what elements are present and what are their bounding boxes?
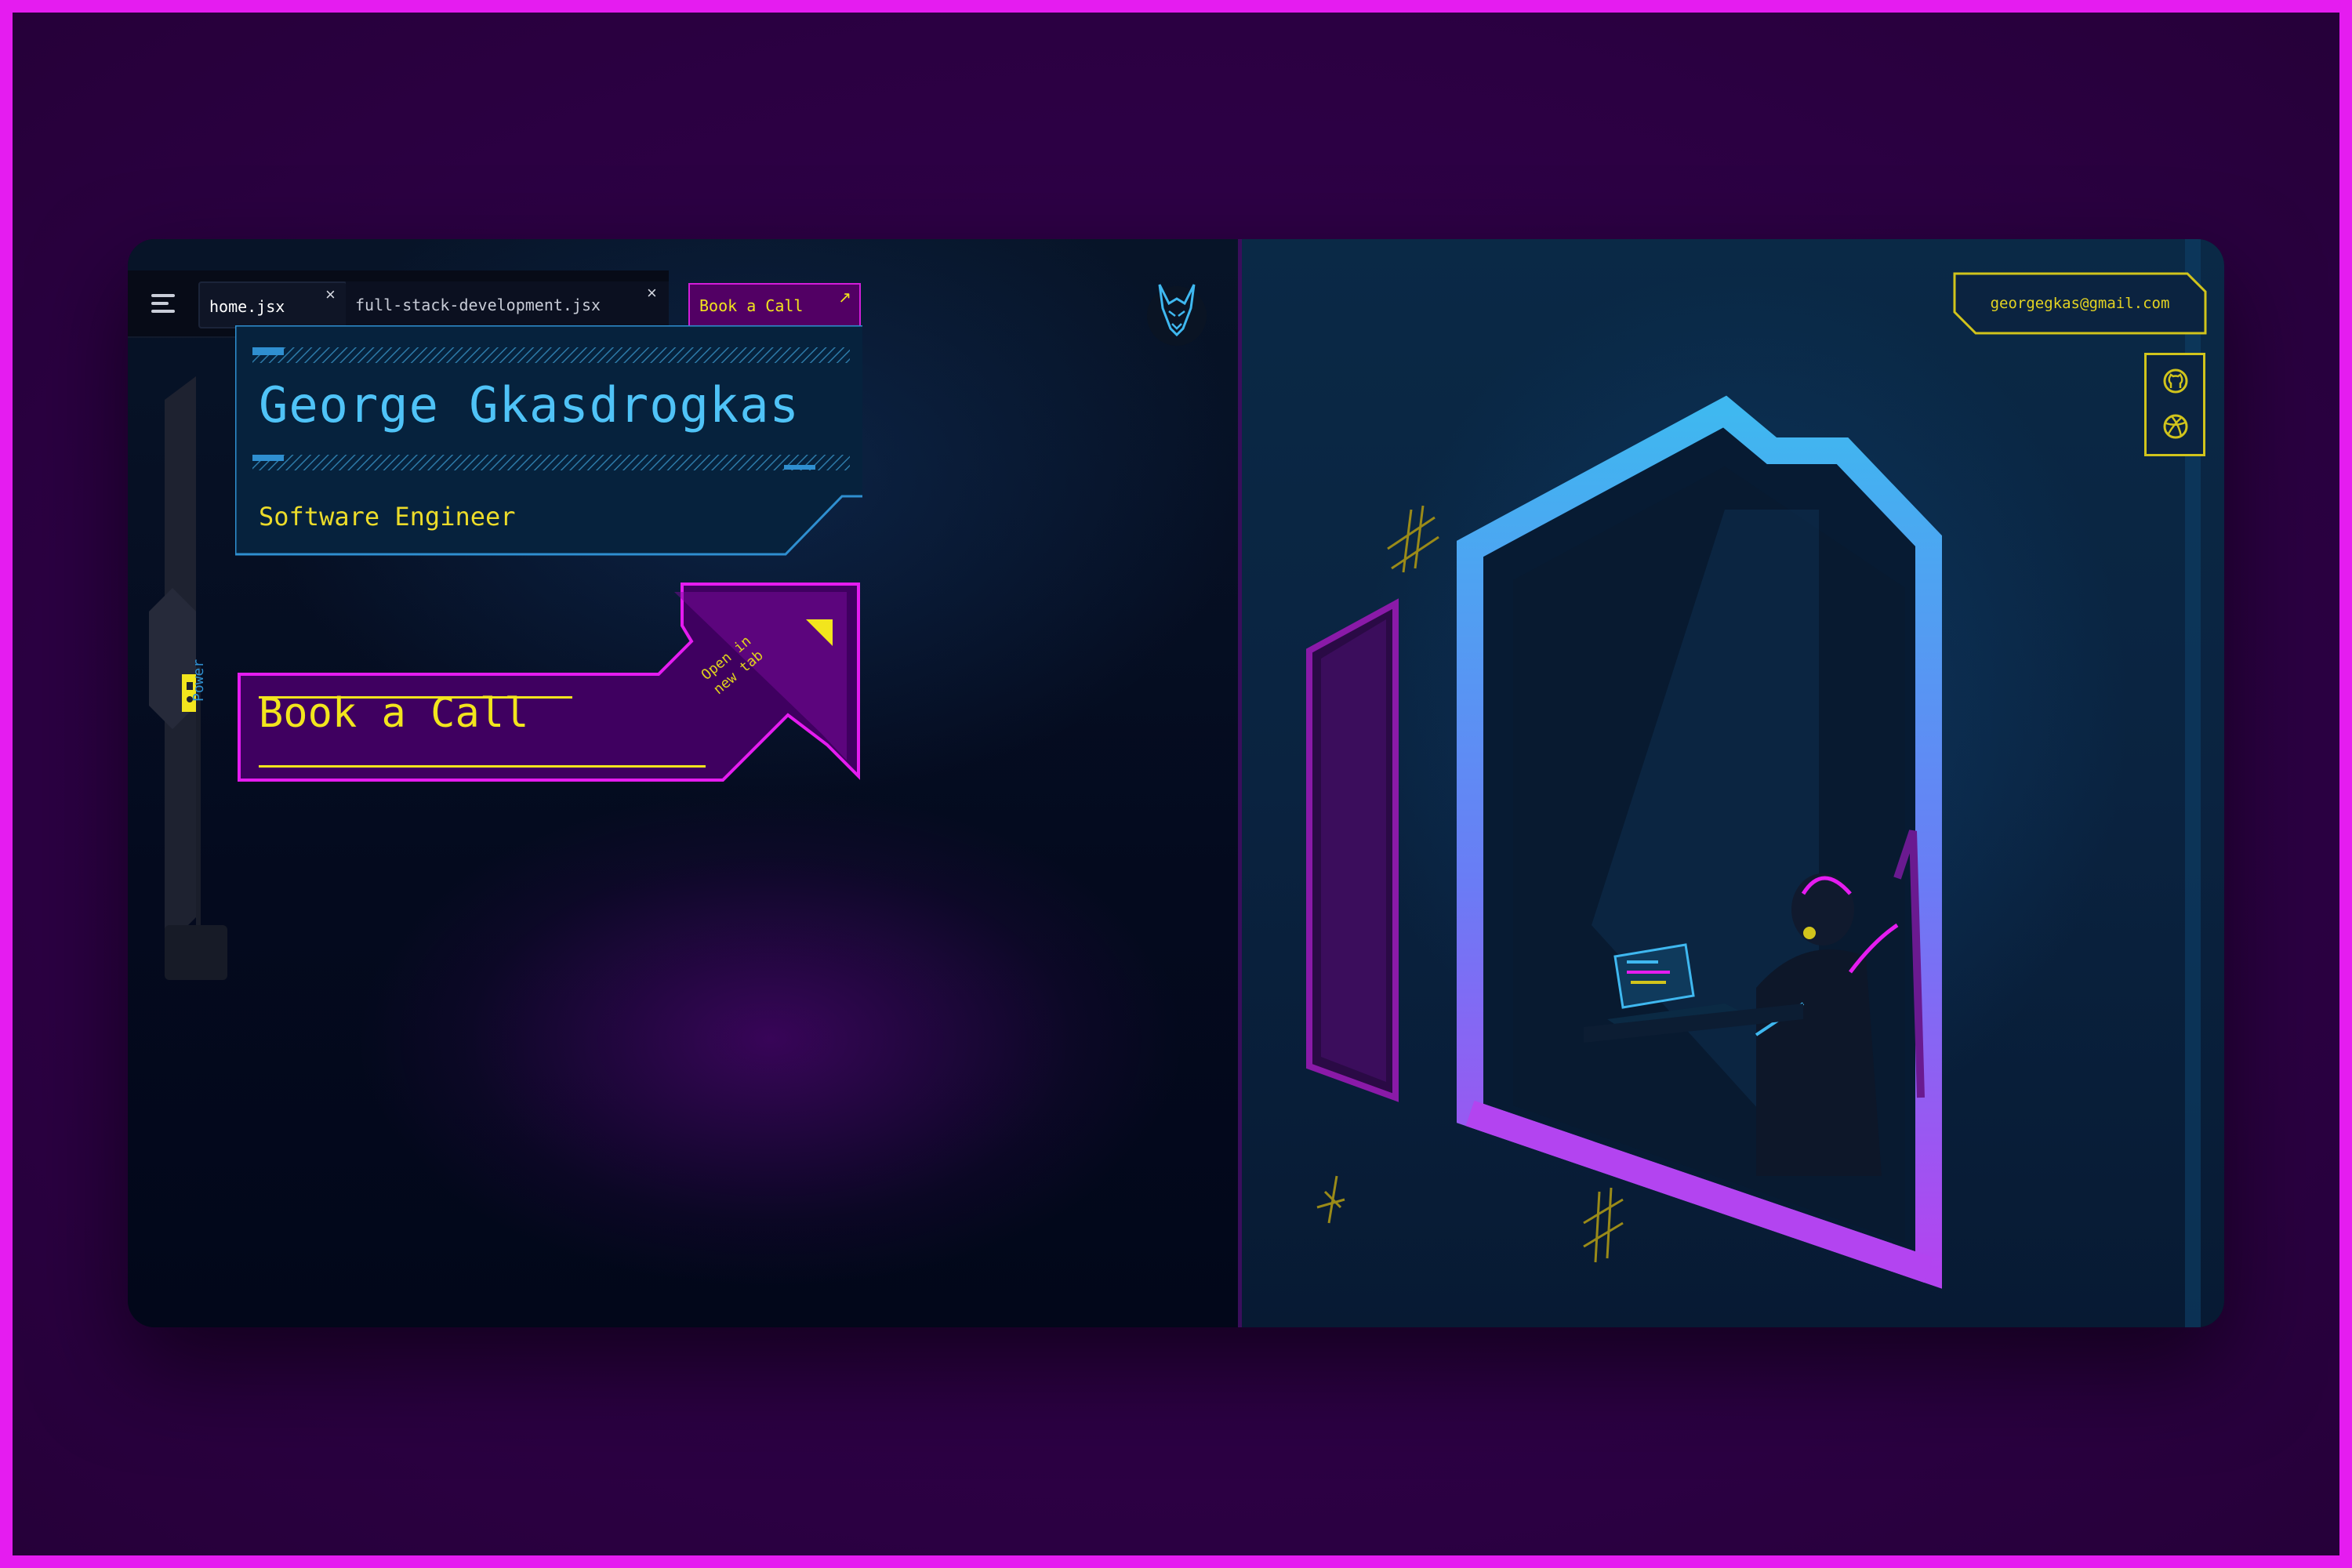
email-address: georgegkas@gmail.com (1990, 295, 2170, 312)
dribbble-icon[interactable] (2162, 413, 2189, 440)
close-icon[interactable]: × (647, 283, 657, 303)
book-call-tab-button[interactable]: Book a Call ↗ (688, 283, 861, 327)
book-call-tab-label: Book a Call (699, 296, 804, 315)
coder-illustration (1306, 395, 1942, 1289)
power-switch-panel (149, 376, 227, 980)
social-links (2144, 353, 2205, 456)
email-link[interactable]: georgegkas@gmail.com (1952, 271, 2208, 336)
tab-full-stack-development[interactable]: full-stack-development.jsx × (346, 281, 669, 325)
book-call-label: Book a Call (259, 690, 529, 737)
book-call-card[interactable] (235, 580, 862, 788)
menu-icon[interactable] (151, 294, 175, 313)
hero-role: Software Engineer (259, 502, 516, 532)
tab-home[interactable]: home.jsx × (198, 281, 347, 328)
fox-logo-icon[interactable] (1145, 277, 1208, 346)
power-label: Power (191, 659, 207, 702)
github-icon[interactable] (2162, 368, 2189, 394)
tab-home-label: home.jsx (209, 297, 285, 316)
hero-name: George Gkasdrogkas (259, 376, 800, 434)
external-link-icon: ↗ (838, 289, 851, 307)
tab-fsd-label: full-stack-development.jsx (355, 296, 601, 314)
close-icon[interactable]: × (325, 285, 336, 305)
